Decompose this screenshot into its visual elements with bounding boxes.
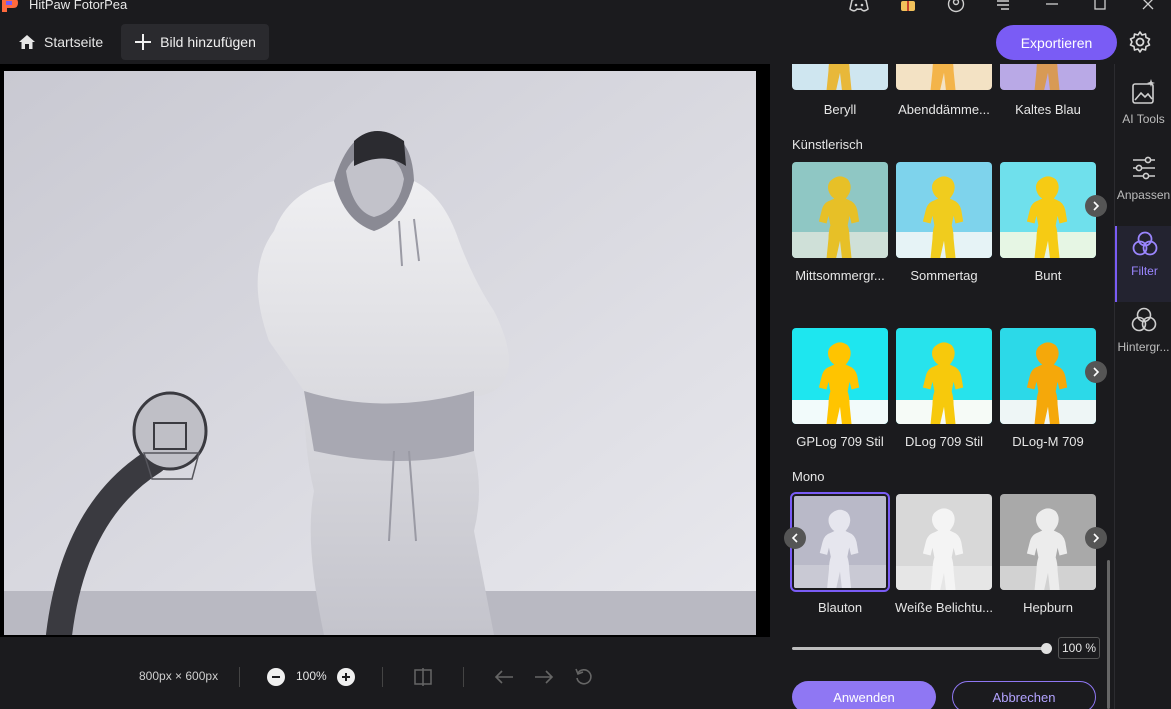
filter-thumb-bunt[interactable] [1000,162,1096,258]
background-icon [1131,307,1156,332]
arrow-left-icon [494,670,513,684]
filter-label: Blauton [817,600,863,615]
sidebar-item-label: Filter [1131,264,1158,278]
chevron-right-icon [1093,533,1100,543]
title-bar: HitPaw FotorPea [0,0,1171,18]
minus-icon [272,676,280,678]
scroll-left-button[interactable] [784,527,806,549]
sidebar-item-label: AI Tools [1122,112,1165,126]
sidebar-item-ai-tools[interactable]: AI Tools [1115,74,1171,150]
filter-label: Abenddämme... [898,102,990,117]
tool-sidebar: AI Tools Anpassen Filter Hintergr... [1114,64,1171,709]
filter-label: Hepburn [1023,600,1073,615]
filter-thumb-gplog[interactable] [792,328,888,424]
gear-icon [1129,31,1151,53]
sliders-icon [1132,156,1155,180]
scroll-right-button[interactable] [1085,527,1107,549]
status-bar: 800px × 600px 100% [0,637,770,709]
compare-icon [414,668,432,686]
settings-button[interactable] [1126,28,1154,56]
filter-label: Mittsommergr... [795,268,885,283]
filter-panel: Beryll Abenddämme... Kaltes Blau Künstle… [778,64,1112,709]
filter-label: Weiße Belichtu... [894,600,994,615]
divider [382,667,383,687]
zoom-level: 100% [296,669,327,683]
sidebar-item-background[interactable]: Hintergr... [1115,302,1171,378]
filter-thumb-weisse-belichtung[interactable] [896,494,992,590]
filter-label: GPLog 709 Stil [796,434,884,449]
reset-button[interactable] [573,666,595,688]
image-dimensions: 800px × 600px [139,669,219,683]
photo-preview[interactable] [4,71,756,635]
plus-icon [135,34,152,50]
intensity-slider[interactable] [792,647,1048,650]
filter-label: Sommertag [910,268,978,283]
cancel-button[interactable]: Abbrechen [952,681,1096,709]
chevron-right-icon [1093,367,1100,377]
add-image-button[interactable]: Bild hinzufügen [121,24,269,60]
reset-icon [575,668,592,685]
toolbar: Startseite Bild hinzufügen Exportieren [0,18,1171,64]
gift-icon[interactable] [898,0,918,14]
filter-label: DLog-M 709 [1012,434,1084,449]
sidebar-item-label: Hintergr... [1117,340,1170,354]
intensity-value[interactable]: 100 % [1058,637,1100,659]
zoom-out-button[interactable] [267,668,285,686]
sidebar-item-adjust[interactable]: Anpassen [1115,150,1171,226]
account-icon[interactable] [946,0,966,14]
zoom-in-button[interactable] [337,668,355,686]
divider [239,667,240,687]
undo-button[interactable] [493,666,515,688]
filter-label: Kaltes Blau [1015,102,1081,117]
app-title: HitPaw FotorPea [29,0,128,12]
chevron-right-icon [1093,201,1100,211]
arrow-right-icon [535,670,554,684]
filter-thumb-dlog[interactable] [896,328,992,424]
close-icon[interactable] [1138,0,1158,14]
app-logo [0,0,20,14]
add-image-label: Bild hinzufügen [160,34,256,50]
filter-icon [1132,231,1157,256]
export-button[interactable]: Exportieren [996,25,1117,60]
apply-button[interactable]: Anwenden [792,681,936,709]
filter-label: DLog 709 Stil [904,434,984,449]
compare-button[interactable] [412,666,434,688]
section-title-mono: Mono [792,469,825,484]
intensity-slider-handle[interactable] [1041,643,1052,654]
sidebar-item-label: Anpassen [1116,188,1171,202]
home-icon [19,35,35,49]
minimize-icon[interactable] [1042,0,1062,14]
filter-label: Beryll [823,102,857,117]
redo-button[interactable] [533,666,555,688]
filter-thumb-sommertag[interactable] [896,162,992,258]
scroll-right-button[interactable] [1085,195,1107,217]
maximize-icon[interactable] [1090,0,1110,14]
filter-thumb-blauton[interactable] [790,492,890,592]
home-label: Startseite [44,34,104,50]
filter-thumb-mittsommer[interactable] [792,162,888,258]
filter-thumb-dlog-m[interactable] [1000,328,1096,424]
filter-thumb-kaltes-blau[interactable] [1000,64,1096,90]
discord-icon[interactable] [849,0,869,14]
chevron-left-icon [791,533,798,543]
filter-thumb-beryll[interactable] [792,64,888,90]
ai-tools-icon [1131,79,1155,104]
filter-thumb-abenddaemmerung[interactable] [896,64,992,90]
sidebar-item-filter[interactable]: Filter [1115,226,1171,302]
divider [463,667,464,687]
home-button[interactable]: Startseite [10,24,111,60]
section-title-artistic: Künstlerisch [792,137,863,152]
canvas-area[interactable] [0,64,770,637]
filter-thumb-hepburn[interactable] [1000,494,1096,590]
plus-icon [342,673,350,681]
menu-icon[interactable] [993,0,1013,14]
panel-scrollbar[interactable] [1107,560,1110,709]
scroll-right-button[interactable] [1085,361,1107,383]
filter-label: Bunt [1034,268,1062,283]
